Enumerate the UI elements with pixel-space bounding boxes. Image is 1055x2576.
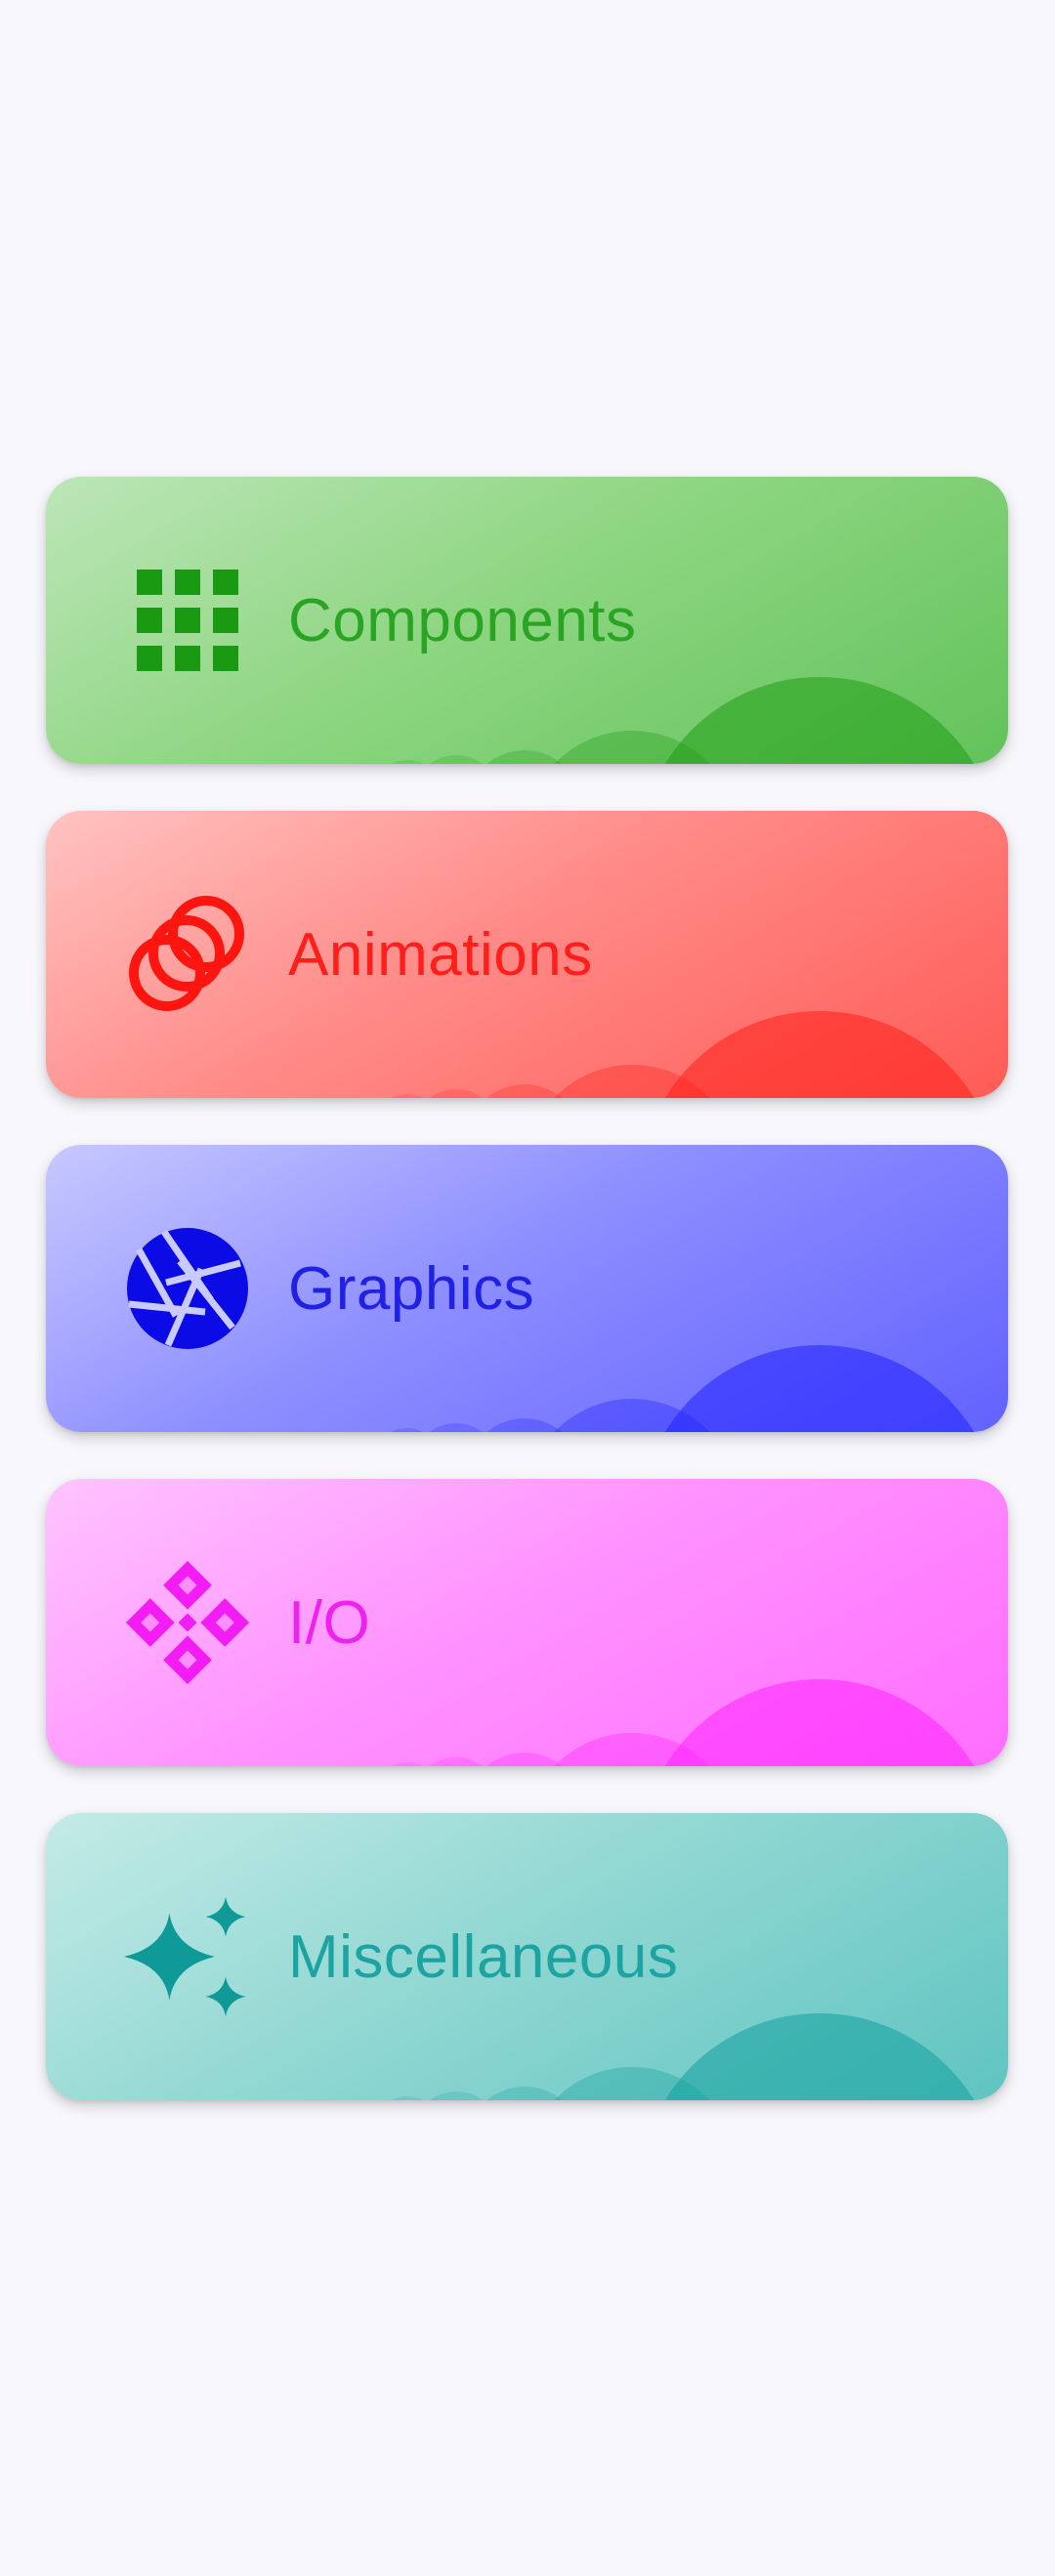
diamond-pattern-icon bbox=[124, 1559, 251, 1686]
category-label: Components bbox=[288, 586, 637, 655]
category-label: Animations bbox=[288, 920, 593, 989]
category-card-graphics[interactable]: Graphics bbox=[46, 1145, 1008, 1432]
category-list-screen: Components Animations Graphics I/O Misce… bbox=[0, 0, 1055, 2576]
category-card-animations[interactable]: Animations bbox=[46, 811, 1008, 1098]
camera-shutter-icon bbox=[124, 1225, 251, 1352]
grid-icon bbox=[124, 557, 251, 684]
category-label: I/O bbox=[288, 1588, 371, 1657]
animation-rings-icon bbox=[124, 891, 251, 1018]
category-label: Graphics bbox=[288, 1254, 535, 1323]
category-card-io[interactable]: I/O bbox=[46, 1479, 1008, 1766]
sparkle-icon bbox=[124, 1893, 251, 2020]
category-card-components[interactable]: Components bbox=[46, 477, 1008, 764]
category-label: Miscellaneous bbox=[288, 1922, 679, 1991]
category-card-misc[interactable]: Miscellaneous bbox=[46, 1813, 1008, 2100]
